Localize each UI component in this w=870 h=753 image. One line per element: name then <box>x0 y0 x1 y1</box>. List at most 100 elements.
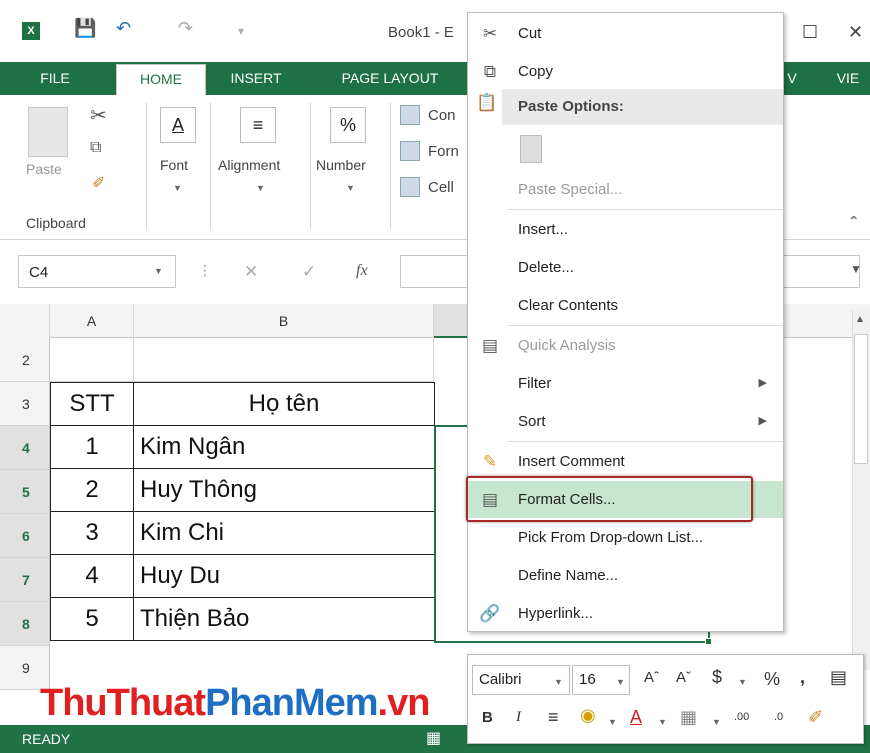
row-header[interactable]: 5 <box>0 470 50 514</box>
cell-styles-icon[interactable] <box>400 177 420 197</box>
table-header-name[interactable]: Họ tên <box>133 382 435 426</box>
table-cell-name[interactable]: Thiện Bảo <box>133 597 435 641</box>
cancel-icon[interactable]: ✕ <box>244 262 258 282</box>
menu-item-copy[interactable]: ⧉ Copy <box>468 53 783 90</box>
expand-formula-icon[interactable]: ▼ <box>850 262 862 276</box>
row-header[interactable]: 2 <box>0 338 50 382</box>
format-table-icon[interactable] <box>400 141 420 161</box>
number-format-icon[interactable]: % <box>330 107 366 143</box>
increase-decimal-button[interactable]: .00 <box>734 711 749 723</box>
menu-separator <box>508 325 783 326</box>
chevron-down-icon[interactable]: ▼ <box>154 266 163 276</box>
menu-item-sort[interactable]: Sort ▶ <box>468 403 783 440</box>
redo-icon[interactable]: ↷ <box>178 18 193 39</box>
number-group-button[interactable]: Number <box>316 157 366 173</box>
merge-center-icon[interactable]: ▤ <box>830 667 847 688</box>
enter-icon[interactable]: ✓ <box>302 262 316 282</box>
paste-button[interactable]: Paste <box>26 161 62 177</box>
scroll-up-icon[interactable]: ▲ <box>855 314 865 325</box>
menu-item-filter[interactable]: Filter ▶ <box>468 365 783 402</box>
row-header[interactable]: 6 <box>0 514 50 558</box>
italic-button[interactable]: I <box>516 709 521 726</box>
table-cell-name[interactable]: Huy Du <box>133 554 435 598</box>
comma-button[interactable]: , <box>800 667 805 688</box>
table-cell-stt[interactable]: 2 <box>50 468 134 512</box>
menu-item-hyperlink[interactable]: 🔗 Hyperlink... <box>468 595 783 632</box>
cell-b2[interactable] <box>134 338 434 382</box>
font-color-icon[interactable]: A <box>630 707 642 728</box>
copy-icon[interactable]: ⧉ <box>90 139 101 157</box>
table-cell-stt[interactable]: 5 <box>50 597 134 641</box>
font-icon[interactable]: A <box>160 107 196 143</box>
excel-app-icon[interactable]: X <box>22 22 40 40</box>
menu-item-label: Insert Comment <box>518 453 625 470</box>
menu-item-cut[interactable]: ✂ Cut <box>468 15 783 52</box>
menu-item-quick-analysis[interactable]: ▤ Quick Analysis <box>468 327 783 364</box>
conditional-format-icon[interactable] <box>400 105 420 125</box>
cell-a2[interactable] <box>50 338 134 382</box>
tab-file[interactable]: FILE <box>20 62 90 95</box>
table-cell-name[interactable]: Kim Ngân <box>133 425 435 469</box>
table-cell-stt[interactable]: 4 <box>50 554 134 598</box>
format-painter-icon[interactable]: ✐ <box>808 707 823 728</box>
conditional-formatting-button[interactable]: Con <box>428 107 456 124</box>
table-cell-name[interactable]: Kim Chi <box>133 511 435 555</box>
menu-item-label: Cut <box>518 25 542 42</box>
alignment-icon[interactable]: ≡ <box>240 107 276 143</box>
menu-item-clear-contents[interactable]: Clear Contents <box>468 287 783 324</box>
menu-item-insert-comment[interactable]: ✎ Insert Comment <box>468 443 783 480</box>
fill-color-icon[interactable]: ◉ <box>580 705 596 726</box>
table-cell-stt[interactable]: 3 <box>50 511 134 555</box>
name-box[interactable]: C4 <box>18 255 176 288</box>
menu-item-paste-special[interactable]: Paste Special... <box>468 171 783 208</box>
collapse-ribbon-icon[interactable]: ⌃ <box>848 213 860 230</box>
tab-insert[interactable]: INSERT <box>216 62 296 95</box>
paste-icon[interactable] <box>520 135 542 163</box>
format-painter-icon[interactable]: ✐ <box>92 173 105 193</box>
column-header-a[interactable]: A <box>50 304 134 338</box>
tab-page-layout[interactable]: PAGE LAYOUT <box>320 62 460 95</box>
customize-qat-icon[interactable]: ▾ <box>238 24 244 38</box>
table-cell-stt[interactable]: 1 <box>50 425 134 469</box>
select-all-corner[interactable] <box>0 304 50 338</box>
column-header-b[interactable]: B <box>134 304 434 338</box>
insert-function-icon[interactable]: fx <box>356 262 368 280</box>
paste-icon[interactable] <box>28 107 68 157</box>
cell-styles-button[interactable]: Cell <box>428 179 454 196</box>
menu-item-insert[interactable]: Insert... <box>468 211 783 248</box>
currency-button[interactable]: $ <box>712 667 722 688</box>
close-icon[interactable]: ✕ <box>848 22 863 43</box>
row-header[interactable]: 3 <box>0 382 50 426</box>
fill-handle[interactable] <box>705 638 712 645</box>
save-icon[interactable]: 💾 <box>74 18 96 39</box>
menu-item-pick-list[interactable]: Pick From Drop-down List... <box>468 519 783 556</box>
align-center-icon[interactable]: ≡ <box>548 707 559 728</box>
percent-button[interactable]: % <box>764 669 780 690</box>
row-header[interactable]: 8 <box>0 602 50 646</box>
borders-icon[interactable]: ▦ <box>680 707 697 728</box>
table-cell-name[interactable]: Huy Thông <box>133 468 435 512</box>
highlight-box <box>466 476 753 522</box>
cut-icon[interactable]: ✂ <box>90 103 107 128</box>
row-header[interactable]: 7 <box>0 558 50 602</box>
format-as-table-button[interactable]: Forn <box>428 143 459 160</box>
table-header-stt[interactable]: STT <box>50 382 134 426</box>
tab-view-partial[interactable]: V <box>782 62 802 95</box>
decrease-decimal-button[interactable]: .0 <box>774 711 783 723</box>
row-header[interactable]: 4 <box>0 426 50 470</box>
scrollbar-thumb[interactable] <box>854 334 868 464</box>
bold-button[interactable]: B <box>482 709 493 726</box>
menu-separator <box>508 209 783 210</box>
tab-home[interactable]: HOME <box>116 64 206 95</box>
maximize-icon[interactable]: ☐ <box>802 22 818 43</box>
normal-view-icon[interactable]: ▦ <box>426 728 441 748</box>
menu-item-delete[interactable]: Delete... <box>468 249 783 286</box>
increase-font-icon[interactable]: Aˆ <box>644 669 659 686</box>
menu-item-define-name[interactable]: Define Name... <box>468 557 783 594</box>
alignment-group-button[interactable]: Alignment <box>218 157 280 173</box>
undo-icon[interactable]: ↶ <box>116 18 131 39</box>
window-title: Book1 - E <box>388 24 454 41</box>
decrease-font-icon[interactable]: Aˇ <box>676 669 691 686</box>
tab-view[interactable]: VIE <box>826 62 870 95</box>
font-group-button[interactable]: Font <box>160 157 188 173</box>
